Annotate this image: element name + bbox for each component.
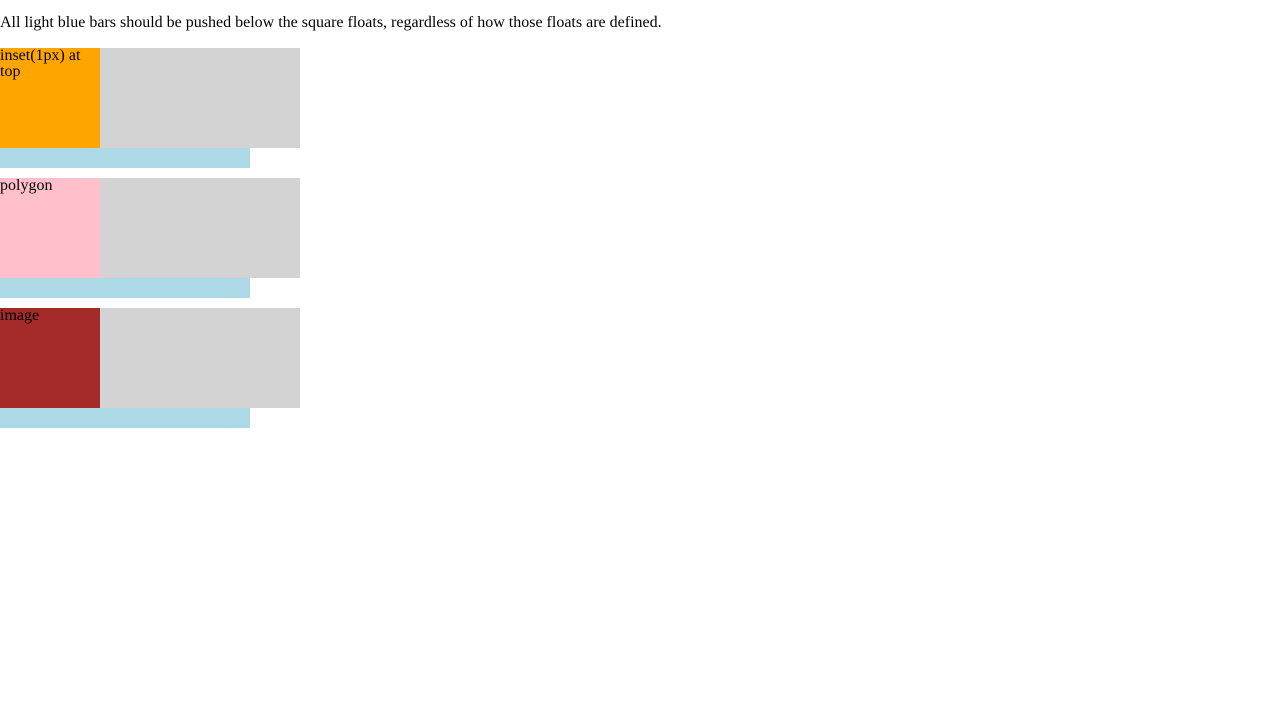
test-block-image: image bbox=[0, 308, 300, 428]
square-float-image: image bbox=[0, 308, 100, 408]
square-float-inset: inset(1px) at top bbox=[0, 48, 100, 148]
float-label: image bbox=[0, 308, 40, 324]
light-blue-bar bbox=[0, 148, 250, 168]
square-float-polygon: polygon bbox=[0, 178, 100, 278]
float-label: inset(1px) at top bbox=[0, 48, 81, 80]
intro-text: All light blue bars should be pushed bel… bbox=[0, 14, 662, 31]
light-blue-bar bbox=[0, 278, 250, 298]
test-block-inset: inset(1px) at top bbox=[0, 48, 300, 168]
test-block-polygon: polygon bbox=[0, 178, 300, 298]
light-blue-bar bbox=[0, 408, 250, 428]
float-label: polygon bbox=[0, 178, 53, 194]
